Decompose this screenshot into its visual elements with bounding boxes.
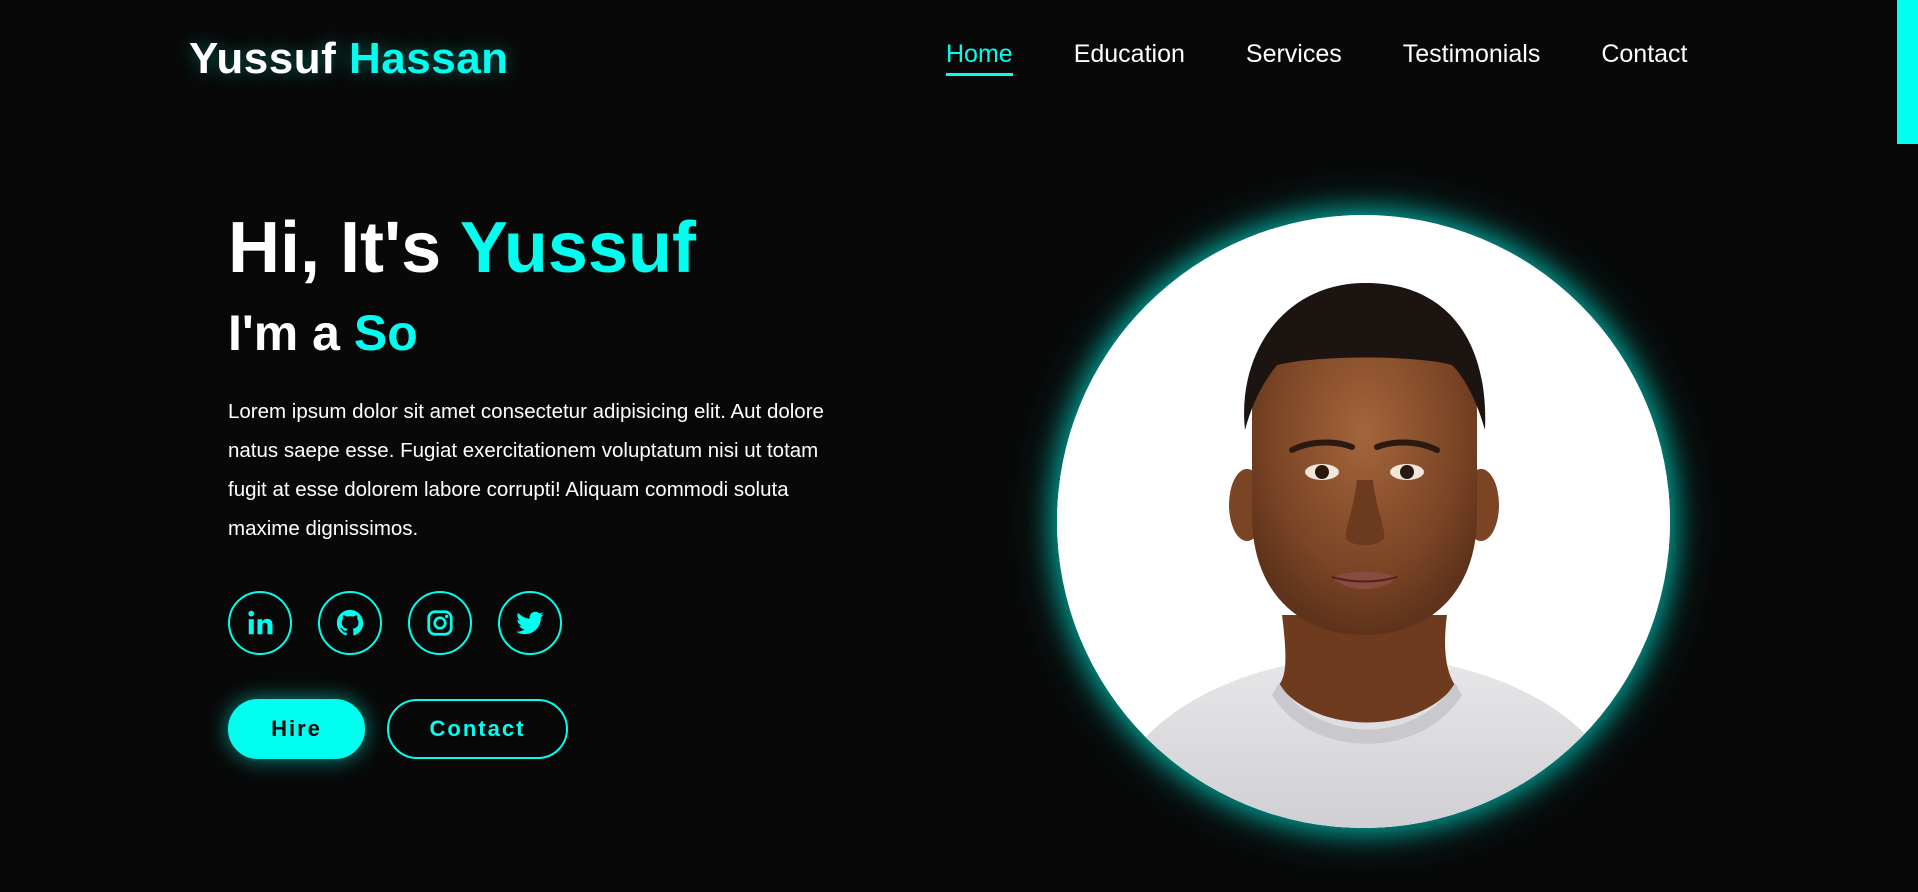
role-prefix: I'm a (228, 305, 340, 361)
hero-greeting: Hi, It's (228, 208, 442, 288)
instagram-link[interactable] (408, 591, 472, 655)
github-link[interactable] (318, 591, 382, 655)
instagram-icon (427, 610, 453, 636)
nav-contact[interactable]: Contact (1601, 40, 1687, 76)
hero-description: Lorem ipsum dolor sit amet consectetur a… (228, 400, 824, 540)
portfolio-page: Yussuf Hassan Home Education Services Te… (0, 0, 1918, 892)
linkedin-link[interactable] (228, 591, 292, 655)
hero-name: Yussuf (459, 208, 696, 288)
role-typed-text: So (353, 305, 418, 361)
twitter-link[interactable] (498, 591, 562, 655)
hero-title: Hi, It's Yussuf (228, 207, 696, 289)
nav-testimonials[interactable]: Testimonials (1403, 40, 1541, 76)
logo-last-name: Hassan (349, 34, 509, 83)
nav-education[interactable]: Education (1074, 40, 1185, 76)
hero-buttons: Hire Contact (228, 699, 568, 759)
nav-services[interactable]: Services (1246, 40, 1342, 76)
hire-button[interactable]: Hire (228, 699, 365, 759)
github-icon (336, 609, 364, 636)
site-logo[interactable]: Yussuf Hassan (189, 34, 509, 84)
contact-button[interactable]: Contact (387, 699, 568, 759)
linkedin-icon (248, 610, 273, 635)
portrait-illustration (1057, 215, 1670, 828)
profile-portrait (1057, 215, 1670, 828)
logo-first-name: Yussuf (189, 34, 337, 83)
hero-subtitle: I'm a So (228, 304, 418, 362)
scroll-indicator[interactable] (1897, 0, 1918, 144)
twitter-icon (516, 611, 544, 635)
social-links (228, 591, 562, 655)
main-nav: Home Education Services Testimonials Con… (946, 40, 1688, 76)
nav-home[interactable]: Home (946, 40, 1013, 76)
